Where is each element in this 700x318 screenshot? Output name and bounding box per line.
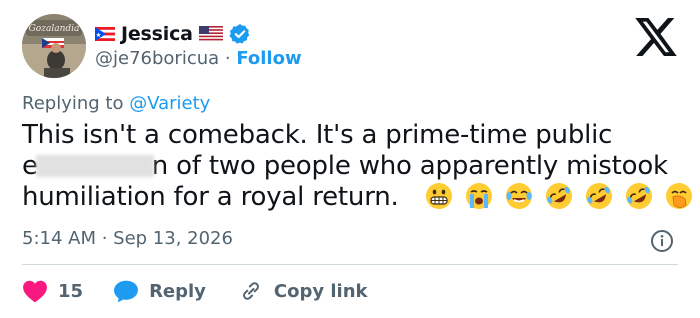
grimacing-face-icon <box>425 183 452 209</box>
tweet-line-3-text: humiliation for a royal return. <box>22 182 399 212</box>
tweet-text: This isn't a comeback. It's a prime-time… <box>22 120 693 213</box>
reply-target-link[interactable]: @Variety <box>129 93 210 114</box>
speech-bubble-icon <box>114 280 138 303</box>
separator-dot: · <box>219 48 237 69</box>
tweet-timestamp[interactable]: 5:14 AM · Sep 13, 2026 <box>22 228 233 249</box>
info-icon[interactable] <box>650 229 674 253</box>
link-icon <box>242 282 259 300</box>
tweet-line-2: en of two people who apparently mistook <box>22 151 682 182</box>
x-logo-icon[interactable] <box>635 18 677 56</box>
author-name-row[interactable]: Jessica <box>95 20 251 48</box>
action-bar: 15 Reply Copy link <box>22 276 368 306</box>
divider <box>22 264 678 265</box>
display-name[interactable]: Jessica <box>121 23 193 45</box>
tweet-line-2-end: n of two people who apparently mistook <box>151 151 668 181</box>
avatar-photo: Gozalandia <box>22 14 86 78</box>
svg-text:Gozalandia: Gozalandia <box>29 24 80 34</box>
tweet-line-1: This isn't a comeback. It's a prime-time… <box>22 120 613 150</box>
replying-to: Replying to @Variety <box>22 93 210 114</box>
like-count: 15 <box>58 280 84 302</box>
copy-link-button[interactable]: Copy link <box>238 279 368 303</box>
handle-row: @je76boricua · Follow <box>95 48 302 69</box>
rolling-laughing-face-icon <box>586 183 613 209</box>
tears-of-joy-face-icon <box>505 183 532 209</box>
reply-label: Reply <box>149 280 206 302</box>
us-flag-icon <box>198 26 223 42</box>
rolling-laughing-face-icon <box>626 183 653 209</box>
copy-link-label: Copy link <box>273 280 368 302</box>
heart-icon <box>23 280 47 303</box>
puerto-rico-flag-icon <box>95 27 115 41</box>
reply-button[interactable]: Reply <box>113 279 206 303</box>
hand-over-mouth-face-icon <box>666 183 693 209</box>
rolling-laughing-face-icon <box>545 183 572 209</box>
author-handle[interactable]: @je76boricua <box>95 48 219 69</box>
like-button[interactable]: 15 <box>22 279 83 303</box>
replying-to-prefix: Replying to <box>22 93 130 114</box>
follow-button[interactable]: Follow <box>236 48 301 69</box>
tweet-line-3: humiliation for a royal return. <box>22 182 693 213</box>
censored-word <box>35 155 154 177</box>
verified-badge-icon <box>229 24 249 44</box>
avatar[interactable]: Gozalandia <box>22 14 86 78</box>
loudly-crying-face-icon <box>465 183 492 209</box>
